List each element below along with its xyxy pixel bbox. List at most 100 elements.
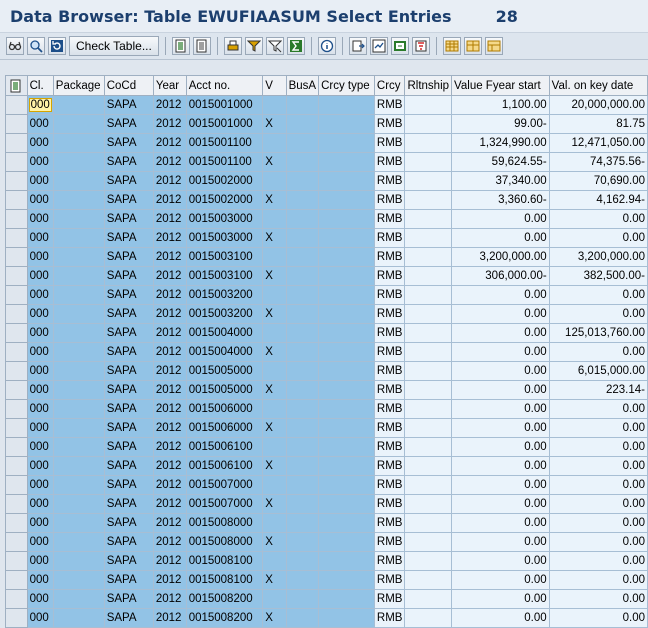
row-selector[interactable] (5, 209, 28, 229)
table-cell[interactable]: 000 (26, 456, 54, 476)
table-cell[interactable] (52, 152, 105, 172)
table-cell[interactable]: 000 (26, 304, 54, 324)
table-row[interactable]: 000 SAPA 2012 0015002000 X RMB 3,360.60- 4,162.… (5, 190, 648, 210)
table-cell[interactable] (318, 209, 375, 229)
table-cell[interactable] (285, 551, 320, 571)
table-cell[interactable] (285, 114, 320, 134)
table-cell[interactable]: SAPA (103, 456, 154, 476)
table-cell[interactable]: 0.00 (548, 475, 648, 495)
table-cell[interactable]: 0.00 (451, 513, 550, 533)
print-icon[interactable] (223, 37, 242, 55)
table-cell[interactable]: RMB (373, 532, 406, 552)
column-header[interactable]: Year (152, 75, 187, 96)
table-cell[interactable]: 2012 (152, 285, 187, 305)
table-cell[interactable] (52, 95, 105, 115)
table-cell[interactable]: 2012 (152, 95, 187, 115)
table-cell[interactable]: 000 (26, 418, 54, 438)
table-row[interactable]: 000 SAPA 2012 0015006000 RMB 0.00 0.00 (5, 399, 648, 419)
row-selector[interactable] (5, 152, 28, 172)
table-cell[interactable]: SAPA (103, 475, 154, 495)
table-cell[interactable]: 1,100.00 (451, 95, 550, 115)
table-cell[interactable] (318, 361, 375, 381)
row-selector[interactable] (5, 114, 28, 134)
table-row[interactable]: 000 SAPA 2012 0015001000 RMB 1,100.00 20,000,0… (5, 95, 648, 115)
table-row[interactable]: 000 SAPA 2012 0015003200 RMB 0.00 0.00 (5, 285, 648, 305)
table-cell[interactable]: 000 (26, 285, 54, 305)
table-cell[interactable]: X (262, 190, 287, 210)
table-cell[interactable]: 223.14- (548, 380, 648, 400)
table-cell[interactable]: 0.00 (548, 437, 648, 457)
table-cell[interactable]: 000 (26, 399, 54, 419)
table-row[interactable]: 000 SAPA 2012 0015003100 RMB 3,200,000.00 3,20… (5, 247, 648, 267)
table-cell[interactable]: 2012 (152, 133, 187, 153)
table-cell[interactable]: 0015008100 (185, 570, 264, 590)
table-cell[interactable]: 2012 (152, 190, 187, 210)
table-cell[interactable]: SAPA (103, 152, 154, 172)
table-cell[interactable] (262, 247, 287, 267)
table-cell[interactable]: 0015005000 (185, 380, 264, 400)
table-cell[interactable]: 0.00 (548, 513, 648, 533)
table-cell[interactable] (52, 456, 105, 476)
table-cell[interactable]: 2012 (152, 323, 187, 343)
column-header[interactable]: Crcy (373, 75, 406, 96)
table-cell[interactable]: 0.00 (548, 285, 648, 305)
table-cell[interactable]: 0.00 (451, 304, 550, 324)
table-cell[interactable] (262, 437, 287, 457)
table-cell[interactable]: RMB (373, 323, 406, 343)
table-cell[interactable] (318, 342, 375, 362)
table-cell[interactable]: 000 (26, 323, 54, 343)
table-cell[interactable]: 0.00 (451, 456, 550, 476)
table-row[interactable]: 000 SAPA 2012 0015004000 RMB 0.00 125,013,760.… (5, 323, 648, 343)
table-cell[interactable]: 0.00 (451, 361, 550, 381)
table-cell[interactable]: 81.75 (548, 114, 648, 134)
row-selector[interactable] (5, 95, 28, 115)
table-cell[interactable]: 0015006100 (185, 437, 264, 457)
table-cell[interactable] (318, 399, 375, 419)
table-cell[interactable]: 0.00 (451, 551, 550, 571)
table-cell[interactable] (285, 342, 320, 362)
table-cell[interactable]: 0.00 (451, 532, 550, 552)
table-cell[interactable]: 0.00 (548, 570, 648, 590)
table-cell[interactable]: 2012 (152, 342, 187, 362)
table-cell[interactable]: 000 (26, 361, 54, 381)
table-cell[interactable]: 0.00 (451, 589, 550, 609)
table-cell[interactable]: RMB (373, 380, 406, 400)
table-cell[interactable] (52, 437, 105, 457)
table-cell[interactable]: SAPA (103, 133, 154, 153)
table-cell[interactable] (404, 133, 453, 153)
refresh-icon[interactable] (48, 37, 66, 55)
table-cell[interactable] (285, 304, 320, 324)
table-cell[interactable]: 000 (26, 133, 54, 153)
table-cell[interactable]: 000 (26, 589, 54, 609)
row-selector[interactable] (5, 304, 28, 324)
table-cell[interactable] (318, 323, 375, 343)
row-selector[interactable] (5, 494, 28, 514)
table-cell[interactable] (318, 494, 375, 514)
table-cell[interactable]: 2012 (152, 513, 187, 533)
table-cell[interactable]: 3,360.60- (451, 190, 550, 210)
table-cell[interactable]: SAPA (103, 551, 154, 571)
table-cell[interactable] (404, 114, 453, 134)
table-cell[interactable] (52, 532, 105, 552)
table-cell[interactable] (52, 494, 105, 514)
table-cell[interactable]: 0.00 (451, 475, 550, 495)
table-cell[interactable] (404, 570, 453, 590)
table-cell[interactable]: RMB (373, 209, 406, 229)
table-cell[interactable]: 0.00 (548, 399, 648, 419)
table-row[interactable]: 000 SAPA 2012 0015003000 X RMB 0.00 0.00 (5, 228, 648, 248)
table-cell[interactable] (285, 323, 320, 343)
select-icon[interactable] (171, 37, 190, 55)
table-cell[interactable]: RMB (373, 190, 406, 210)
table-cell[interactable] (262, 171, 287, 191)
filter-alt-icon[interactable] (265, 37, 284, 55)
table-cell[interactable]: 2012 (152, 380, 187, 400)
table-cell[interactable] (52, 399, 105, 419)
row-selector[interactable] (5, 418, 28, 438)
filter-icon[interactable] (244, 37, 263, 55)
table-cell[interactable]: 000 (26, 437, 54, 457)
table-cell[interactable]: RMB (373, 456, 406, 476)
table-cell[interactable]: X (262, 266, 287, 286)
table-cell[interactable] (318, 570, 375, 590)
table-cell[interactable]: 3,200,000.00 (451, 247, 550, 267)
row-selector[interactable] (5, 361, 28, 381)
